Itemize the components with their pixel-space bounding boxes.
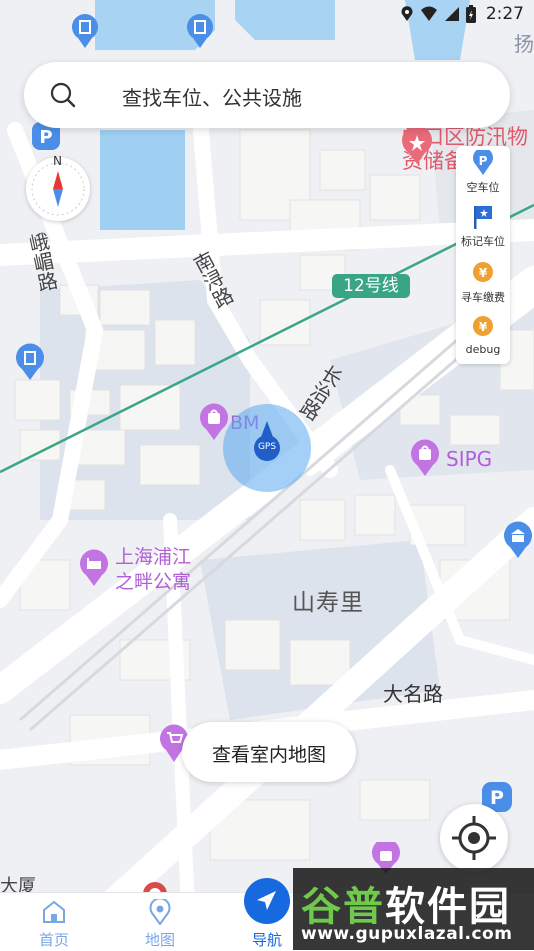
svg-text:¥: ¥: [479, 266, 488, 280]
gps-marker-label: GPS: [257, 442, 277, 452]
side-item-label: 标记车位: [461, 235, 505, 248]
nav-item-label: 首页: [38, 931, 69, 949]
poi-apartment-label-line1: 上海浦江: [115, 546, 192, 568]
compass-button[interactable]: N: [26, 154, 90, 221]
compass-north-label: N: [53, 154, 62, 168]
side-item-find-car-pay[interactable]: ¥ 寻车缴费: [456, 256, 510, 310]
watermark-overlay: 谷普软件园 www.gupuxlazal.com: [293, 868, 534, 950]
poi-apartment-label-line2: 之畔公寓: [115, 571, 192, 593]
yen-coin-icon: ¥: [472, 262, 493, 282]
nav-item-label: 地图: [144, 931, 175, 949]
parking-pin-icon: P: [473, 150, 493, 175]
shopping-poi-icon: [411, 439, 439, 476]
status-bar: 2:27: [0, 0, 534, 28]
battery-icon: [465, 5, 476, 23]
status-time: 2:27: [485, 4, 524, 24]
svg-text:P: P: [479, 154, 488, 168]
hongkou-poi-icon: [402, 126, 432, 164]
yen-coin-icon: ¥: [472, 316, 493, 336]
side-item-label: 空车位: [466, 181, 500, 194]
location-status-icon: [401, 6, 413, 21]
wifi-icon: [420, 6, 437, 21]
map-side-panel: P 空车位 标记车位 ¥ 寻车缴费 ¥ debug: [456, 146, 510, 364]
hotel-poi-icon: [80, 549, 108, 586]
map-label-top-right: 扬: [514, 32, 534, 56]
side-item-label: 寻车缴费: [461, 291, 505, 304]
side-item-label: debug: [465, 343, 501, 356]
area-label-shanshouli: 山寿里: [292, 590, 364, 616]
map-pin-icon: [149, 899, 171, 925]
search-placeholder: 查找车位、公共设施: [122, 86, 302, 110]
building-poi-icon: [16, 343, 44, 380]
side-item-debug[interactable]: ¥ debug: [456, 310, 510, 364]
svg-text:¥: ¥: [479, 320, 488, 334]
svg-text:P: P: [39, 127, 52, 148]
nav-item-map[interactable]: 地图: [120, 893, 200, 951]
metro-line-12-badge: 12号线: [332, 274, 410, 298]
home-icon: [43, 900, 65, 923]
crosshair-icon: [452, 816, 496, 860]
locate-me-button[interactable]: [440, 804, 508, 872]
navigation-arrow-icon: [244, 878, 290, 924]
search-bar[interactable]: 查找车位、公共设施: [24, 62, 510, 128]
search-icon: [50, 82, 76, 108]
signal-icon: [444, 7, 459, 21]
side-item-empty-parking[interactable]: P 空车位: [456, 146, 510, 200]
side-item-mark-parking[interactable]: 标记车位: [456, 200, 510, 254]
poi-sipg-label: SIPG: [446, 447, 493, 471]
view-indoor-map-label: 查看室内地图: [211, 744, 326, 766]
flag-icon: [474, 206, 492, 229]
watermark-url: www.gupuxlazal.com: [301, 924, 513, 944]
nav-item-home[interactable]: 首页: [14, 893, 94, 951]
road-label-daming: 大名路: [383, 682, 443, 706]
museum-poi-icon: [504, 521, 532, 558]
view-indoor-map-button[interactable]: 查看室内地图: [182, 722, 356, 782]
water-area: [100, 130, 185, 230]
